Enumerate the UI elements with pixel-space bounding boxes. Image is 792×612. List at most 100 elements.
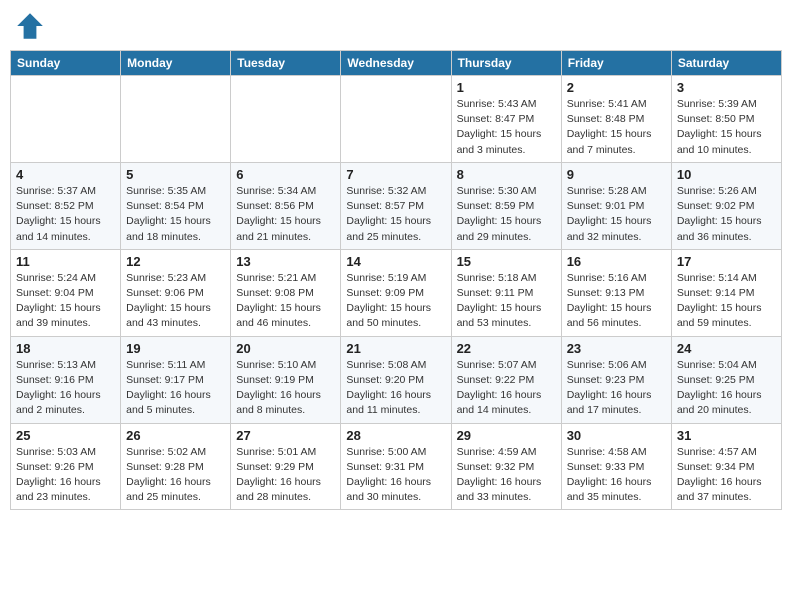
calendar-cell [341,76,451,163]
day-number: 20 [236,341,335,356]
day-number: 29 [457,428,556,443]
day-number: 11 [16,254,115,269]
calendar-cell: 9Sunrise: 5:28 AMSunset: 9:01 PMDaylight… [561,162,671,249]
day-number: 4 [16,167,115,182]
calendar-cell: 5 Sunrise: 5:35 AMSunset: 8:54 PMDaylight… [121,162,231,249]
calendar-cell: 27 Sunrise: 5:01 AMSunset: 9:29 PMDayligh… [231,423,341,510]
calendar-cell: 2Sunrise: 5:41 AMSunset: 8:48 PMDaylight… [561,76,671,163]
day-detail: Sunrise: 5:37 AMSunset: 8:52 PMDaylight:… [16,184,115,245]
day-number: 21 [346,341,445,356]
weekday-header-saturday: Saturday [671,51,781,76]
day-number: 16 [567,254,666,269]
week-row-4: 18 Sunrise: 5:13 AMSunset: 9:16 PMDayligh… [11,336,782,423]
calendar-cell [11,76,121,163]
calendar-cell: 11 Sunrise: 5:24 AMSunset: 9:04 PMDayligh… [11,249,121,336]
day-detail: Sunrise: 5:07 AMSunset: 9:22 PMDaylight:… [457,358,556,419]
day-number: 28 [346,428,445,443]
calendar-cell [231,76,341,163]
calendar-cell: 21 Sunrise: 5:08 AMSunset: 9:20 PMDayligh… [341,336,451,423]
calendar-cell: 13 Sunrise: 5:21 AMSunset: 9:08 PMDayligh… [231,249,341,336]
day-detail: Sunrise: 5:06 AMSunset: 9:23 PMDaylight:… [567,358,666,419]
logo-icon [14,10,46,42]
day-detail: Sunrise: 5:24 AMSunset: 9:04 PMDaylight:… [16,271,115,332]
day-number: 13 [236,254,335,269]
calendar-cell: 19 Sunrise: 5:11 AMSunset: 9:17 PMDayligh… [121,336,231,423]
day-detail: Sunrise: 5:04 AMSunset: 9:25 PMDaylight:… [677,358,776,419]
week-row-3: 11 Sunrise: 5:24 AMSunset: 9:04 PMDayligh… [11,249,782,336]
day-detail: Sunrise: 5:13 AMSunset: 9:16 PMDaylight:… [16,358,115,419]
calendar-cell: 26 Sunrise: 5:02 AMSunset: 9:28 PMDayligh… [121,423,231,510]
weekday-header-friday: Friday [561,51,671,76]
day-number: 25 [16,428,115,443]
day-detail: Sunrise: 5:02 AMSunset: 9:28 PMDaylight:… [126,445,225,506]
calendar-cell: 12 Sunrise: 5:23 AMSunset: 9:06 PMDayligh… [121,249,231,336]
calendar-cell [121,76,231,163]
week-row-5: 25 Sunrise: 5:03 AMSunset: 9:26 PMDayligh… [11,423,782,510]
day-number: 30 [567,428,666,443]
calendar-cell: 28 Sunrise: 5:00 AMSunset: 9:31 PMDayligh… [341,423,451,510]
weekday-header-thursday: Thursday [451,51,561,76]
day-number: 10 [677,167,776,182]
day-number: 24 [677,341,776,356]
logo [14,10,50,42]
day-number: 15 [457,254,556,269]
calendar-cell: 14Sunrise: 5:19 AMSunset: 9:09 PMDayligh… [341,249,451,336]
weekday-header-sunday: Sunday [11,51,121,76]
day-number: 12 [126,254,225,269]
day-detail: Sunrise: 5:03 AMSunset: 9:26 PMDaylight:… [16,445,115,506]
calendar-cell: 18 Sunrise: 5:13 AMSunset: 9:16 PMDayligh… [11,336,121,423]
day-number: 31 [677,428,776,443]
calendar-cell: 10 Sunrise: 5:26 AMSunset: 9:02 PMDayligh… [671,162,781,249]
calendar-cell: 3 Sunrise: 5:39 AMSunset: 8:50 PMDaylight… [671,76,781,163]
day-detail: Sunrise: 5:10 AMSunset: 9:19 PMDaylight:… [236,358,335,419]
day-detail: Sunrise: 5:21 AMSunset: 9:08 PMDaylight:… [236,271,335,332]
day-detail: Sunrise: 5:39 AMSunset: 8:50 PMDaylight:… [677,97,776,158]
week-row-1: 1Sunrise: 5:43 AMSunset: 8:47 PMDaylight… [11,76,782,163]
calendar-cell: 25 Sunrise: 5:03 AMSunset: 9:26 PMDayligh… [11,423,121,510]
day-number: 3 [677,80,776,95]
day-number: 23 [567,341,666,356]
calendar-cell: 17Sunrise: 5:14 AMSunset: 9:14 PMDayligh… [671,249,781,336]
day-detail: Sunrise: 5:08 AMSunset: 9:20 PMDaylight:… [346,358,445,419]
calendar-table: SundayMondayTuesdayWednesdayThursdayFrid… [10,50,782,510]
calendar-cell: 16 Sunrise: 5:16 AMSunset: 9:13 PMDayligh… [561,249,671,336]
weekday-header-monday: Monday [121,51,231,76]
day-detail: Sunrise: 5:11 AMSunset: 9:17 PMDaylight:… [126,358,225,419]
calendar-cell: 4 Sunrise: 5:37 AMSunset: 8:52 PMDaylight… [11,162,121,249]
day-number: 19 [126,341,225,356]
day-detail: Sunrise: 5:41 AMSunset: 8:48 PMDaylight:… [567,97,666,158]
calendar-cell: 20 Sunrise: 5:10 AMSunset: 9:19 PMDayligh… [231,336,341,423]
calendar-cell: 8Sunrise: 5:30 AMSunset: 8:59 PMDaylight… [451,162,561,249]
weekday-header-row: SundayMondayTuesdayWednesdayThursdayFrid… [11,51,782,76]
day-number: 14 [346,254,445,269]
day-detail: Sunrise: 5:23 AMSunset: 9:06 PMDaylight:… [126,271,225,332]
calendar-cell: 30 Sunrise: 4:58 AMSunset: 9:33 PMDayligh… [561,423,671,510]
calendar-cell: 24 Sunrise: 5:04 AMSunset: 9:25 PMDayligh… [671,336,781,423]
day-number: 26 [126,428,225,443]
calendar-cell: 23 Sunrise: 5:06 AMSunset: 9:23 PMDayligh… [561,336,671,423]
day-detail: Sunrise: 4:57 AMSunset: 9:34 PMDaylight:… [677,445,776,506]
day-detail: Sunrise: 4:58 AMSunset: 9:33 PMDaylight:… [567,445,666,506]
calendar-cell: 15 Sunrise: 5:18 AMSunset: 9:11 PMDayligh… [451,249,561,336]
day-detail: Sunrise: 5:35 AMSunset: 8:54 PMDaylight:… [126,184,225,245]
calendar-cell: 22 Sunrise: 5:07 AMSunset: 9:22 PMDayligh… [451,336,561,423]
day-number: 5 [126,167,225,182]
day-number: 6 [236,167,335,182]
day-detail: Sunrise: 5:26 AMSunset: 9:02 PMDaylight:… [677,184,776,245]
page-header [10,10,782,42]
calendar-cell: 1Sunrise: 5:43 AMSunset: 8:47 PMDaylight… [451,76,561,163]
week-row-2: 4 Sunrise: 5:37 AMSunset: 8:52 PMDaylight… [11,162,782,249]
day-detail: Sunrise: 5:43 AMSunset: 8:47 PMDaylight:… [457,97,556,158]
day-number: 7 [346,167,445,182]
day-detail: Sunrise: 5:28 AMSunset: 9:01 PMDaylight:… [567,184,666,245]
weekday-header-tuesday: Tuesday [231,51,341,76]
day-detail: Sunrise: 5:16 AMSunset: 9:13 PMDaylight:… [567,271,666,332]
day-number: 18 [16,341,115,356]
day-detail: Sunrise: 5:18 AMSunset: 9:11 PMDaylight:… [457,271,556,332]
day-detail: Sunrise: 5:01 AMSunset: 9:29 PMDaylight:… [236,445,335,506]
calendar-cell: 7Sunrise: 5:32 AMSunset: 8:57 PMDaylight… [341,162,451,249]
day-number: 22 [457,341,556,356]
day-detail: Sunrise: 5:00 AMSunset: 9:31 PMDaylight:… [346,445,445,506]
day-number: 27 [236,428,335,443]
day-detail: Sunrise: 5:14 AMSunset: 9:14 PMDaylight:… [677,271,776,332]
